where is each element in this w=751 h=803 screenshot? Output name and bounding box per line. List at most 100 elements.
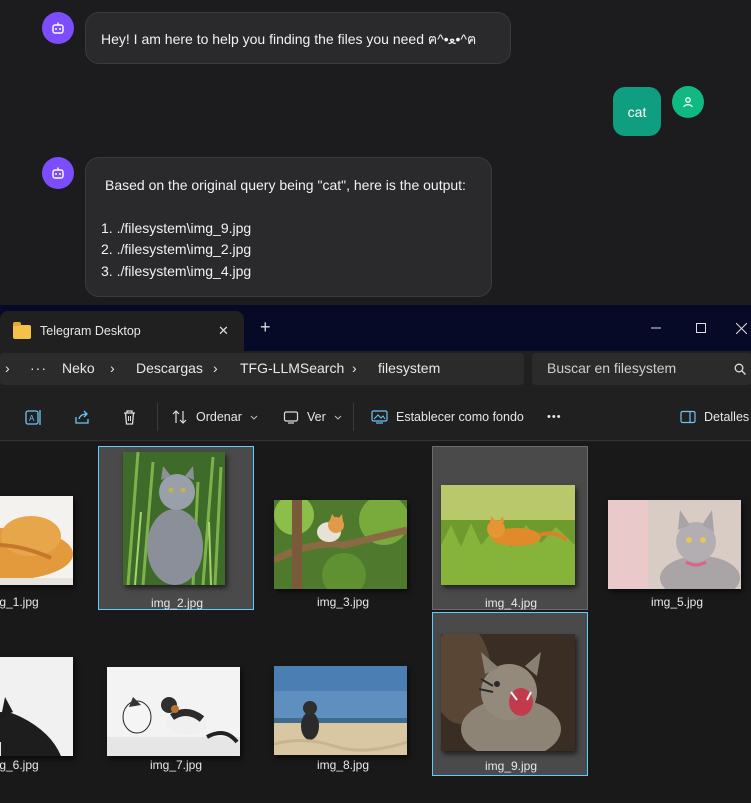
file-name: img_5.jpg [650, 595, 704, 609]
image-thumbnail [608, 500, 741, 589]
maximize-icon [696, 323, 706, 333]
search-icon [734, 363, 746, 375]
desktop-background-icon [371, 410, 388, 424]
robot-icon [52, 22, 64, 34]
breadcrumb[interactable]: › ··· Neko › Descargas › TFG-LLMSearch ›… [0, 353, 524, 385]
file-tile-img-8[interactable]: img_8.jpg [265, 612, 421, 776]
user-message-text: cat [627, 103, 647, 120]
toolbar-separator [353, 403, 354, 431]
chevron-right-icon: › [5, 360, 10, 376]
delete-button[interactable] [121, 405, 138, 429]
close-icon [735, 322, 747, 334]
rename-icon: A [25, 409, 41, 425]
sort-icon [172, 410, 187, 424]
file-name: img_3.jpg [316, 595, 370, 609]
breadcrumb-item[interactable]: Neko [62, 360, 95, 376]
image-thumbnail [441, 485, 575, 585]
chevron-down-icon [334, 415, 342, 420]
details-label: Detalles [704, 410, 750, 424]
result-item: 1. ./filesystem\img_9.jpg [101, 219, 252, 236]
cat-photo [107, 667, 240, 756]
view-icon [283, 411, 299, 424]
cat-photo [0, 657, 73, 756]
robot-icon [52, 167, 64, 179]
file-tile-img-9[interactable]: img_9.jpg [432, 612, 588, 776]
tab-telegram-desktop[interactable]: Telegram Desktop ✕ [0, 311, 244, 351]
cat-photo [274, 500, 407, 589]
close-tab-icon[interactable]: ✕ [218, 323, 229, 339]
minimize-button[interactable] [641, 313, 671, 343]
file-grid: g_1.jpg img_2.jpg img_3.jpg img_4.jpg im… [0, 442, 751, 803]
cat-photo [123, 452, 225, 585]
bot-avatar [42, 12, 74, 44]
breadcrumb-item[interactable]: TFG-LLMSearch [240, 360, 344, 376]
view-button[interactable]: Ver [283, 405, 342, 429]
svg-text:A: A [29, 414, 35, 423]
user-avatar [672, 86, 704, 118]
file-tile-img-3[interactable]: img_3.jpg [265, 446, 421, 610]
file-name: img_4.jpg [484, 596, 538, 610]
command-bar: A Ordenar Ver Establecer como fondo ••• [0, 393, 751, 441]
sort-button[interactable]: Ordenar [172, 405, 258, 429]
image-thumbnail [123, 452, 225, 585]
file-tile-img-4[interactable]: img_4.jpg [432, 446, 588, 610]
view-label: Ver [307, 410, 326, 424]
sort-label: Ordenar [196, 410, 242, 424]
more-options-button[interactable]: ••• [547, 405, 562, 429]
result-item: 3. ./filesystem\img_4.jpg [101, 262, 252, 279]
search-box[interactable]: Buscar en filesystem [532, 353, 751, 385]
cat-photo [274, 666, 407, 755]
file-name: g_6.jpg [0, 758, 39, 772]
image-thumbnail [0, 657, 73, 756]
minimize-icon [651, 327, 661, 329]
folder-icon [13, 322, 31, 339]
share-button[interactable] [74, 405, 91, 429]
image-thumbnail [274, 666, 407, 755]
chevron-right-icon: › [110, 360, 115, 376]
cat-photo [608, 500, 741, 589]
image-thumbnail [274, 500, 407, 589]
chat-panel: Hey! I am here to help you finding the f… [0, 0, 751, 305]
breadcrumb-item[interactable]: filesystem [378, 360, 440, 376]
address-bar-row: › ··· Neko › Descargas › TFG-LLMSearch ›… [0, 351, 751, 393]
bot-message-greeting: Hey! I am here to help you finding the f… [85, 12, 511, 64]
bot-greeting-text: Hey! I am here to help you finding the f… [101, 31, 477, 47]
chevron-right-icon: › [213, 360, 218, 376]
chevron-down-icon [250, 415, 258, 420]
file-tile-img-7[interactable]: img_7.jpg [98, 612, 254, 776]
image-thumbnail [441, 634, 575, 751]
user-message: cat [613, 87, 661, 136]
file-name: img_9.jpg [484, 759, 538, 773]
title-bar: Telegram Desktop ✕ + [0, 305, 751, 351]
new-tab-button[interactable]: + [260, 318, 271, 336]
cat-photo [441, 485, 575, 585]
file-name: g_1.jpg [0, 595, 39, 609]
file-name: img_2.jpg [150, 596, 204, 610]
set-as-background-button[interactable]: Establecer como fondo [371, 405, 524, 429]
image-thumbnail [107, 667, 240, 756]
toolbar-separator [157, 403, 158, 431]
file-tile-img-5[interactable]: img_5.jpg [599, 446, 751, 610]
rename-button[interactable]: A [25, 405, 42, 429]
user-icon [683, 97, 693, 108]
chevron-right-icon: › [352, 360, 357, 376]
set-as-background-label: Establecer como fondo [396, 410, 524, 424]
maximize-button[interactable] [686, 313, 716, 343]
file-name: img_7.jpg [149, 758, 203, 772]
file-explorer-window: Telegram Desktop ✕ + › ··· Neko › Descar… [0, 305, 751, 803]
breadcrumb-item[interactable]: Descargas [136, 360, 203, 376]
details-button[interactable]: Detalles [680, 405, 749, 429]
search-input[interactable]: Buscar en filesystem [547, 360, 676, 376]
close-window-button[interactable] [731, 313, 751, 343]
bot-intro-text: Based on the original query being "cat",… [105, 177, 466, 193]
file-tile-img-1[interactable]: g_1.jpg [0, 446, 97, 610]
file-name: img_8.jpg [316, 758, 370, 772]
file-tile-img-6[interactable]: g_6.jpg [0, 612, 97, 776]
more-locations-icon[interactable]: ··· [30, 360, 47, 376]
details-pane-icon [680, 410, 696, 424]
file-tile-img-2[interactable]: img_2.jpg [98, 446, 254, 610]
share-icon [75, 410, 89, 424]
bot-message-results: Based on the original query being "cat",… [85, 157, 492, 297]
trash-icon [124, 409, 135, 425]
image-thumbnail [0, 496, 73, 585]
